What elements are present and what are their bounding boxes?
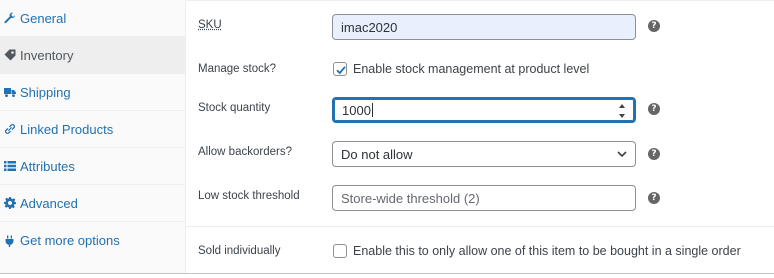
- tag-icon: [0, 49, 20, 61]
- tab-label: Linked Products: [20, 121, 114, 137]
- sold-individually-label: Sold individually: [198, 245, 281, 257]
- stock-quantity-input[interactable]: 1000: [332, 97, 636, 123]
- tab-advanced[interactable]: Advanced: [0, 185, 185, 222]
- product-data-panel: General Inventory Shipping Linked Produc…: [0, 0, 774, 274]
- help-icon[interactable]: ?: [648, 20, 660, 32]
- chevron-down-icon: [617, 151, 627, 158]
- tab-attributes[interactable]: Attributes: [0, 148, 185, 185]
- low-stock-placeholder: Store-wide threshold (2): [341, 190, 480, 206]
- link-icon: [0, 123, 20, 135]
- tab-shipping[interactable]: Shipping: [0, 74, 185, 111]
- number-spinner[interactable]: [616, 102, 628, 120]
- spinner-up-icon[interactable]: [619, 104, 625, 108]
- stock-quantity-value: 1000: [342, 102, 371, 118]
- tab-label: Shipping: [20, 84, 71, 100]
- help-icon[interactable]: ?: [648, 192, 660, 204]
- tab-general[interactable]: General: [0, 0, 185, 37]
- plug-icon: [0, 235, 20, 247]
- backorders-label: Allow backorders?: [198, 146, 292, 158]
- low-stock-label: Low stock threshold: [198, 190, 300, 202]
- sold-individually-checkbox-label: Enable this to only allow one of this it…: [353, 244, 741, 258]
- help-icon[interactable]: ?: [648, 103, 660, 115]
- manage-stock-checkbox[interactable]: [333, 62, 347, 76]
- product-data-tabs: General Inventory Shipping Linked Produc…: [0, 0, 186, 273]
- checkmark-icon: [336, 66, 346, 75]
- tab-label: Get more options: [20, 233, 120, 248]
- manage-stock-label: Manage stock?: [198, 63, 276, 75]
- text-cursor: [371, 103, 373, 117]
- backorders-selected-value: Do not allow: [341, 146, 413, 162]
- stock-quantity-label: Stock quantity: [198, 102, 271, 114]
- sku-value: imac2020: [341, 19, 398, 35]
- tab-label: Attributes: [20, 158, 75, 174]
- tab-linked-products[interactable]: Linked Products: [0, 111, 185, 148]
- wrench-icon: [0, 12, 20, 24]
- sku-input[interactable]: imac2020: [332, 14, 636, 40]
- list-icon: [0, 160, 20, 172]
- spinner-down-icon[interactable]: [619, 114, 625, 118]
- divider: [186, 226, 774, 227]
- tab-inventory[interactable]: Inventory: [0, 37, 185, 74]
- manage-stock-checkbox-label: Enable stock management at product level: [353, 62, 590, 76]
- sku-label: SKU: [198, 19, 222, 31]
- tab-label: General: [20, 10, 67, 26]
- gear-icon: [0, 197, 20, 209]
- truck-icon: [0, 86, 20, 98]
- low-stock-input[interactable]: Store-wide threshold (2): [332, 185, 636, 211]
- sold-individually-checkbox[interactable]: [333, 244, 347, 258]
- tab-label: Inventory: [20, 47, 74, 63]
- help-icon[interactable]: ?: [648, 148, 660, 160]
- tab-get-more-options[interactable]: Get more options: [0, 222, 185, 259]
- backorders-select[interactable]: Do not allow: [332, 141, 636, 167]
- divider: [186, 0, 774, 1]
- tab-label: Advanced: [20, 195, 78, 211]
